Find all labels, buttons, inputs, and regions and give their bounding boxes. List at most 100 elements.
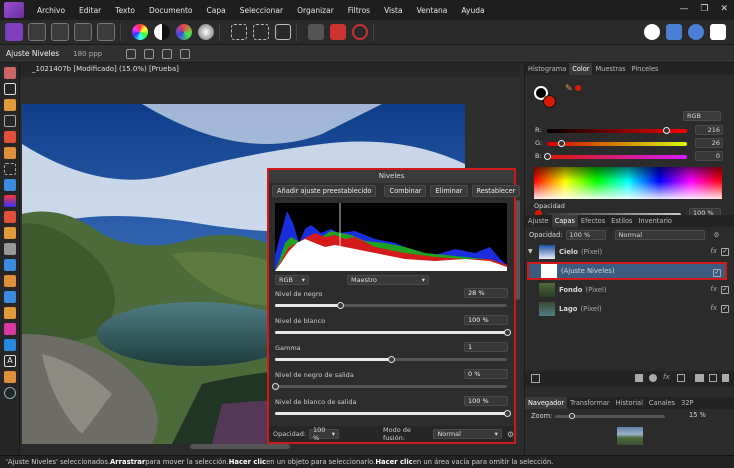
white-level-field[interactable]: 100 % xyxy=(464,315,508,325)
tab-navegador[interactable]: Navegador xyxy=(525,397,568,409)
layer-cielo[interactable]: ▼ Cielo (Píxel) fx ✓ xyxy=(525,243,734,261)
rectangle-tool-icon[interactable] xyxy=(4,339,16,351)
arrange-icon[interactable] xyxy=(666,24,682,40)
blend-mode-select[interactable]: Normal ▾ xyxy=(433,429,502,439)
deselect-icon[interactable] xyxy=(253,24,269,40)
fx-icon[interactable]: fx xyxy=(663,373,670,381)
text-tool-icon[interactable]: A xyxy=(4,355,16,367)
output-black-thumb[interactable] xyxy=(272,383,279,390)
gamma-slider[interactable] xyxy=(275,356,507,363)
layer-lago[interactable]: Lago (Píxel) fx ✓ xyxy=(525,300,734,318)
layer-ajuste-niveles[interactable]: (Ajuste Niveles) ✓ xyxy=(527,262,727,280)
paint-brush-icon[interactable] xyxy=(4,211,16,223)
delete-button[interactable]: Eliminar xyxy=(430,185,468,197)
crop-tool-icon[interactable] xyxy=(4,115,16,127)
close-button[interactable]: ✕ xyxy=(720,4,728,14)
refine-icon[interactable] xyxy=(330,24,346,40)
dodge-brush-icon[interactable] xyxy=(4,243,16,255)
view-tool-icon[interactable] xyxy=(4,67,16,79)
menu-editar[interactable]: Editar xyxy=(72,6,108,15)
minimize-button[interactable]: — xyxy=(679,4,688,14)
blue-channel-slider[interactable] xyxy=(544,153,687,160)
red-channel-thumb[interactable] xyxy=(662,127,670,134)
auto-contrast-icon[interactable] xyxy=(154,24,170,40)
menu-vista[interactable]: Vista xyxy=(377,6,410,15)
menu-filtros[interactable]: Filtros xyxy=(341,6,377,15)
transform-origin-icon[interactable] xyxy=(126,48,137,59)
gradient-tool-icon[interactable] xyxy=(4,195,16,207)
auto-colors-icon[interactable] xyxy=(176,24,192,40)
color-picker-tool-icon[interactable] xyxy=(4,99,16,111)
white-level-slider[interactable] xyxy=(275,329,511,336)
selection-brush-icon[interactable] xyxy=(4,131,16,143)
boolean-icon[interactable] xyxy=(688,24,704,40)
blue-channel-field[interactable]: 0 xyxy=(695,151,723,161)
snapping-icon[interactable] xyxy=(352,24,368,40)
flood-fill-icon[interactable] xyxy=(4,179,16,191)
fx-icon[interactable]: fx xyxy=(710,285,717,293)
blue-channel-thumb[interactable] xyxy=(544,153,551,160)
insert-icon[interactable] xyxy=(710,24,726,40)
gear-icon[interactable]: ⚙ xyxy=(507,430,514,439)
reset-button[interactable]: Restablecer xyxy=(471,185,521,197)
visibility-checkbox[interactable]: ✓ xyxy=(721,286,729,294)
add-preset-button[interactable]: Añadir ajuste preestablecido xyxy=(272,185,377,197)
black-level-slider[interactable] xyxy=(275,302,507,309)
tab-32p[interactable]: 32P xyxy=(678,397,696,409)
tab-transformar[interactable]: Transformar xyxy=(567,397,613,409)
mask-icon[interactable] xyxy=(635,374,643,382)
tab-muestras[interactable]: Muestras xyxy=(592,63,628,75)
mesh-warp-icon[interactable] xyxy=(4,371,16,383)
output-white-field[interactable]: 100 % xyxy=(464,396,508,406)
auto-white-balance-icon[interactable] xyxy=(198,24,214,40)
green-channel-slider[interactable] xyxy=(547,140,687,147)
move-tool-icon[interactable] xyxy=(4,83,16,95)
menu-ventana[interactable]: Ventana xyxy=(410,6,455,15)
tab-canales[interactable]: Canales xyxy=(646,397,678,409)
channel-select[interactable]: RGB ▾ xyxy=(275,275,309,285)
layer-fondo[interactable]: Fondo (Píxel) fx ✓ xyxy=(525,281,734,299)
pen-tool-icon[interactable] xyxy=(4,323,16,335)
adjustment-icon[interactable] xyxy=(649,374,657,382)
navigator-preview[interactable] xyxy=(617,427,643,445)
tone-mapping-persona-icon[interactable] xyxy=(74,23,92,41)
visibility-checkbox[interactable]: ✓ xyxy=(721,305,729,313)
zoom-value[interactable]: 15 % xyxy=(689,411,706,419)
menu-organizar[interactable]: Organizar xyxy=(290,6,341,15)
zoom-tool-icon[interactable] xyxy=(4,387,16,399)
marquee-tool-icon[interactable] xyxy=(4,163,16,175)
smudge-brush-icon[interactable] xyxy=(4,307,16,319)
eyedropper-icon[interactable]: ✎ xyxy=(565,84,573,94)
primary-color-swatch[interactable] xyxy=(543,95,556,108)
fx-icon[interactable]: fx xyxy=(710,247,717,255)
output-black-slider[interactable] xyxy=(272,383,507,390)
gamma-thumb[interactable] xyxy=(388,356,395,363)
merge-button[interactable]: Combinar xyxy=(384,185,427,197)
green-channel-thumb[interactable] xyxy=(558,140,566,147)
output-black-field[interactable]: 0 % xyxy=(464,369,508,379)
photo-persona-icon[interactable] xyxy=(5,23,23,41)
color-mode-select[interactable]: RGB xyxy=(683,111,721,121)
master-select[interactable]: Maestro ▾ xyxy=(347,275,429,285)
tab-inventario[interactable]: Inventario xyxy=(635,215,674,227)
menu-documento[interactable]: Documento xyxy=(142,6,199,15)
layer-blend-select[interactable]: Normal xyxy=(614,229,705,240)
color-spectrum[interactable] xyxy=(534,167,722,199)
white-level-thumb[interactable] xyxy=(504,329,511,336)
menu-capa[interactable]: Capa xyxy=(199,6,232,15)
inpainting-brush-icon[interactable] xyxy=(4,275,16,287)
menu-seleccionar[interactable]: Seleccionar xyxy=(233,6,290,15)
tab-ajuste[interactable]: Ajuste xyxy=(525,215,552,227)
flood-select-icon[interactable] xyxy=(4,147,16,159)
tab-estilos[interactable]: Estilos xyxy=(608,215,635,227)
clone-brush-icon[interactable] xyxy=(4,259,16,271)
black-level-field[interactable]: 28 % xyxy=(464,288,508,298)
fx-icon[interactable]: fx xyxy=(710,304,717,312)
menu-texto[interactable]: Texto xyxy=(108,6,142,15)
tab-historial[interactable]: Historial xyxy=(613,397,646,409)
erase-brush-icon[interactable] xyxy=(4,227,16,239)
zoom-thumb[interactable] xyxy=(569,413,575,419)
tab-capas[interactable]: Capas xyxy=(551,215,578,227)
document-tab[interactable]: _1021407b [Modificado] (15.0%) [Prueba] xyxy=(20,63,520,77)
visibility-checkbox[interactable]: ✓ xyxy=(721,248,729,256)
